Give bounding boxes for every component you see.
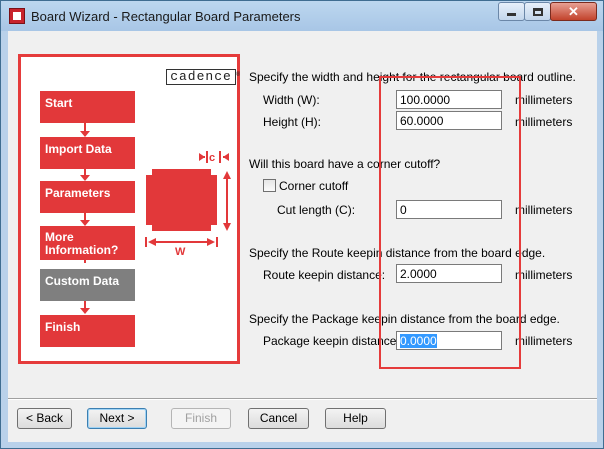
board-outline-diagram: c W: [145, 151, 231, 255]
flow-arrow: [84, 260, 86, 263]
minimize-button[interactable]: [498, 2, 525, 21]
maximize-button[interactable]: [524, 2, 551, 21]
help-button[interactable]: Help: [325, 408, 386, 429]
minimize-icon: [507, 13, 516, 16]
flow-arrow-head: [80, 308, 90, 314]
wizard-client-area: cadence ® Start Import Data Parameters Mo…: [8, 31, 597, 442]
back-button[interactable]: < Back: [17, 408, 72, 429]
title-bar[interactable]: Board Wizard - Rectangular Board Paramet…: [1, 1, 603, 31]
finish-button[interactable]: Finish: [171, 408, 231, 429]
step-parameters: Parameters: [40, 181, 135, 213]
height-unit: millimeters: [515, 115, 573, 129]
window-title: Board Wizard - Rectangular Board Paramet…: [31, 9, 301, 24]
app-icon: [9, 8, 25, 24]
close-icon: ✕: [568, 3, 579, 19]
step-import-data: Import Data: [40, 137, 135, 169]
wizard-steps-panel: cadence ® Start Import Data Parameters Mo…: [18, 54, 240, 364]
cancel-button[interactable]: Cancel: [248, 408, 309, 429]
step-more-information: More Information?: [40, 226, 135, 260]
height-label: Height (H):: [263, 115, 322, 129]
step-start: Start: [40, 91, 135, 123]
highlight-annotation-box: [379, 76, 521, 369]
package-keepin-unit: millimeters: [515, 334, 573, 348]
width-unit: millimeters: [515, 93, 573, 107]
corner-cutoff-label[interactable]: Corner cutoff: [279, 179, 348, 193]
close-button[interactable]: ✕: [550, 2, 597, 21]
corner-cutoff-checkbox[interactable]: [263, 179, 276, 192]
cut-length-label: Cut length (C):: [277, 203, 356, 217]
step-custom-data: Custom Data: [40, 269, 135, 301]
cut-length-unit: millimeters: [515, 203, 573, 217]
route-keepin-unit: millimeters: [515, 268, 573, 282]
next-button[interactable]: Next >: [87, 408, 147, 429]
svg-text:W: W: [175, 246, 186, 255]
route-keepin-label: Route keepin distance:: [263, 268, 386, 282]
maximize-icon: [532, 7, 543, 16]
width-label: Width (W):: [263, 93, 320, 107]
board-wizard-window: Board Wizard - Rectangular Board Paramet…: [0, 0, 604, 449]
step-finish: Finish: [40, 315, 135, 347]
button-divider: [8, 398, 597, 400]
cadence-logo: cadence ®: [166, 69, 240, 85]
svg-text:c: c: [209, 152, 215, 164]
